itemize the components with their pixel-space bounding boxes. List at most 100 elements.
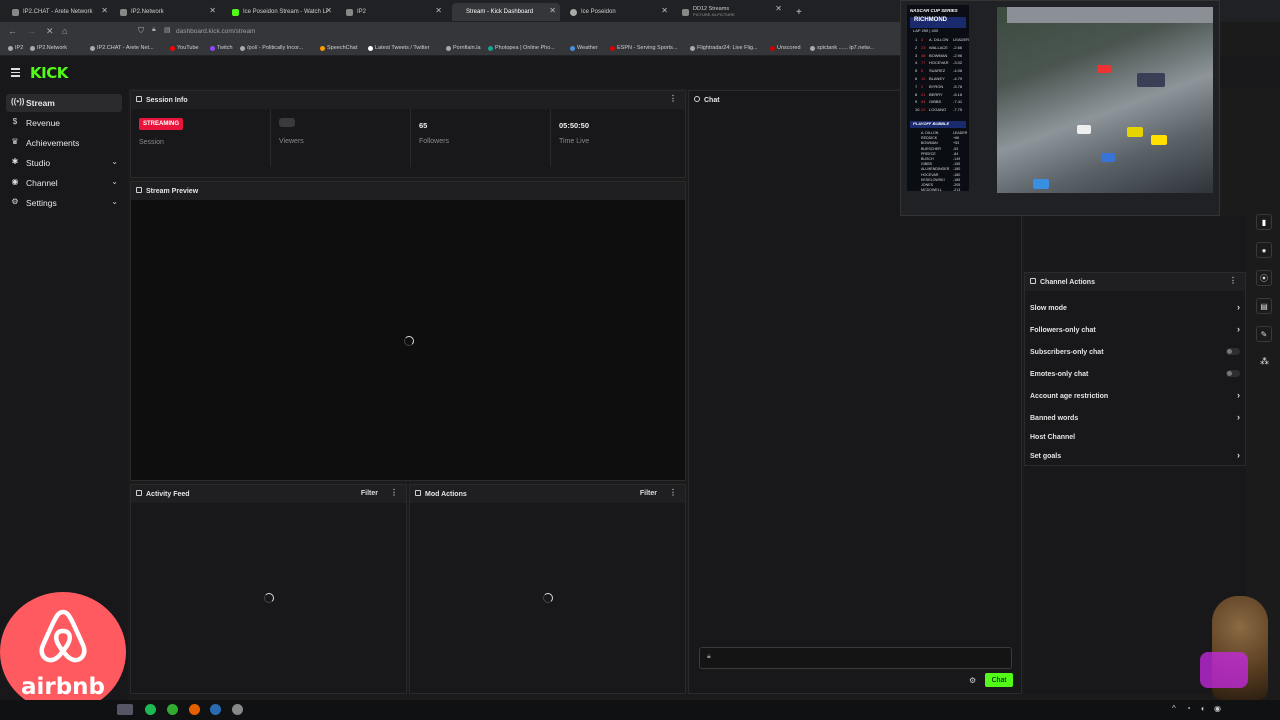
more-options-icon[interactable]: ⋮ [1229,276,1237,285]
wifi-icon[interactable]: ◔ [1186,704,1191,713]
wrench-icon[interactable]: ✎ [1256,326,1272,342]
taskbar: ^ ◔ ◖ ◉ [0,700,1280,720]
firefox-icon[interactable] [189,704,200,715]
action-account-age[interactable]: Account age restriction › [1030,389,1240,403]
tab-ice-poseidon-stream[interactable]: Ice Poseidon Stream - Watch Li ✕ [226,3,336,21]
bookmark[interactable]: IP2.Network [30,45,67,51]
stat-label: Session [139,139,164,146]
volume-icon[interactable]: ◖ [1200,704,1205,713]
action-banned-words[interactable]: Banned words › [1030,411,1240,425]
series-title: NASCAR CUP SERIES [910,8,958,13]
bubble-name: GIBBS [921,162,932,167]
close-tab-icon[interactable]: ✕ [325,6,332,15]
new-tab-button[interactable]: + [790,3,804,21]
action-label: Set goals [1030,452,1062,460]
send-chat-button[interactable]: Chat [985,673,1013,687]
stop-icon[interactable]: ✕ [46,26,54,37]
bookmark[interactable]: IP2.CHAT - Arete Net... [90,45,154,51]
tab-ip2network[interactable]: IP2.Network ✕ [114,3,220,21]
forward-icon[interactable]: → [27,26,36,36]
bookmark[interactable]: Twitch [210,45,233,51]
action-followers-only[interactable]: Followers-only chat › [1030,323,1240,337]
activity-icon [136,490,142,496]
leaderboard-pos: 2 [915,44,918,50]
app-icon[interactable] [167,704,178,715]
stream-preview-panel: Stream Preview [130,181,686,481]
chat-input[interactable]: 🔒︎ [699,647,1012,669]
leaderboard-name: LOGANO [929,107,947,113]
bookmark[interactable]: Latest Tweets / Twitter [368,45,430,51]
close-tab-icon[interactable]: ✕ [101,6,108,15]
shield-icon[interactable]: ⛉ [138,26,144,36]
chat-bubble-icon[interactable]: ● [1256,242,1272,258]
close-tab-icon[interactable]: ✕ [775,5,782,13]
bookmark[interactable]: Weather [570,45,598,51]
tray-chevron-icon[interactable]: ^ [1172,704,1176,713]
sidebar-item-channel[interactable]: ◉ Channel ⌄ [6,174,122,192]
action-set-goals[interactable]: Set goals › [1030,449,1240,463]
bookmark-label: IP2 [15,45,24,51]
sidebar-item-achievements[interactable]: ♛ Achievements [6,134,122,152]
close-tab-icon[interactable]: ✕ [661,6,668,15]
more-options-icon[interactable]: ⋮ [669,488,677,497]
bookmark[interactable]: ESPN - Serving Sports... [610,45,678,51]
bookmark[interactable]: Photopea | Online Pho... [488,45,555,51]
tab-kick-dashboard[interactable]: Stream - Kick Dashboard ✕ [452,3,560,21]
home-icon[interactable]: ⌂ [62,26,67,36]
action-subscribers-only[interactable]: Subscribers-only chat [1030,345,1240,359]
race-car [1077,125,1091,134]
more-options-icon[interactable]: ⋮ [390,488,398,497]
filter-button[interactable]: Filter [640,490,657,497]
sidebar-item-revenue[interactable]: $ Revenue [6,114,122,132]
kick-logo[interactable]: KICK [30,64,68,82]
sidebar-item-stream[interactable]: ((•)) Stream [6,94,122,112]
bookmark[interactable]: IP2 [8,45,23,51]
picture-in-picture-window[interactable]: NASCAR CUP SERIES RICHMOND LAP 259 | 400… [900,0,1220,216]
menu-icon[interactable] [11,68,20,79]
close-tab-icon[interactable]: ✕ [209,6,216,15]
tab-dd12-streams[interactable]: DD12 Streams PICTURE-IN-PICTURE ✕ [676,3,786,21]
url-field[interactable]: dashboard.kick.com/stream [176,28,255,35]
gear-icon: ⚙ [11,197,19,206]
action-slow-mode[interactable]: Slow mode › [1030,301,1240,315]
tab-ip2[interactable]: IP2 ✕ [340,3,446,21]
layout-icon[interactable]: ▤ [1256,298,1272,314]
add-widget-icon[interactable]: ⁂ [1260,356,1269,367]
emotes-only-toggle[interactable] [1226,370,1240,377]
tab-ice-poseidon[interactable]: Ice Poseidon ✕ [564,3,672,21]
app-icon[interactable] [232,704,243,715]
notes-icon[interactable]: ▮ [1256,214,1272,230]
action-emotes-only[interactable]: Emotes-only chat [1030,367,1240,381]
lock-icon[interactable]: 🔒︎ [152,26,156,34]
chat-settings-gear-icon[interactable]: ⚙ [969,676,976,685]
bookmark[interactable]: SpeechChat [320,45,357,51]
bookmark-label: Flightradar24: Live Flig... [697,45,758,51]
broadcast-icon[interactable]: ⦿ [1256,270,1272,286]
tab-label: IP2 [357,9,367,15]
bookmark[interactable]: Pornfiain.la [446,45,481,51]
leaderboard-gap: -7.41 [953,99,963,105]
back-icon[interactable]: ← [8,26,17,36]
bubble-val: -84 [953,151,959,156]
filter-button[interactable]: Filter [361,490,378,497]
close-tab-icon[interactable]: ✕ [549,6,556,15]
sidebar-item-studio[interactable]: ✱ Studio ⌄ [6,154,122,172]
sidebar-item-settings[interactable]: ⚙ Settings ⌄ [6,194,122,212]
task-view-icon[interactable] [117,704,133,715]
bookmark[interactable]: Unscored [770,45,801,51]
bookmark[interactable]: YouTube [170,45,199,51]
bookmark[interactable]: /pol/ - Politically Incor... [240,45,303,51]
subscribers-only-toggle[interactable] [1226,348,1240,355]
close-tab-icon[interactable]: ✕ [435,6,442,15]
tab-ip2chat[interactable]: IP2.CHAT - Arete Network ✕ [6,3,112,21]
action-host-channel[interactable]: Host Channel [1030,430,1240,444]
steam-icon[interactable] [210,704,221,715]
viewers-loading-placeholder [279,118,295,127]
spotify-icon[interactable] [145,704,156,715]
panel-header: Channel Actions ⋮ [1025,273,1245,291]
bookmark[interactable]: spictank ...... ip7.netw... [810,45,874,51]
mic-icon[interactable]: ◉ [1214,704,1221,713]
panel-title: Mod Actions [425,490,467,498]
more-options-icon[interactable]: ⋮ [669,94,677,103]
bookmark[interactable]: Flightradar24: Live Flig... [690,45,758,51]
